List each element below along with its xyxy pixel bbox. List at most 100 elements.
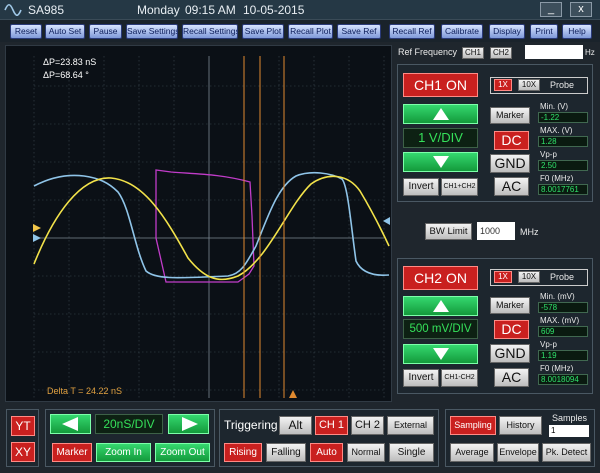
close-button[interactable]: x: [570, 2, 592, 17]
ch2-math-button[interactable]: CH1-CH2: [441, 369, 478, 387]
ref-frequency-label: Ref Frequency: [398, 47, 458, 57]
ch2-vpp-value: 1.19: [538, 350, 588, 361]
ref-frequency-input[interactable]: [525, 45, 583, 59]
trigger-alt-button[interactable]: Alt: [279, 416, 312, 435]
delta-p-deg: ΔP=68.64 °: [43, 70, 89, 80]
minimize-button[interactable]: _: [540, 2, 562, 17]
ref-ch2-button[interactable]: CH2: [490, 47, 512, 59]
arrow-up-icon: [432, 108, 449, 120]
ch1-ac-button[interactable]: AC: [494, 177, 529, 196]
trigger-external-button[interactable]: External: [387, 416, 434, 435]
delta-t-label: Delta T = 24.22 nS: [47, 386, 122, 396]
average-button[interactable]: Average: [450, 443, 494, 462]
date-label: 10-05-2015: [243, 3, 305, 17]
ref-ch1-button[interactable]: CH1: [462, 47, 484, 59]
ch1-trace: [33, 175, 390, 281]
xy-mode-button[interactable]: XY: [11, 442, 35, 462]
ch1-1x-button[interactable]: 1X: [494, 79, 512, 91]
zoom-in-button[interactable]: Zoom In: [96, 443, 151, 462]
ch2-1x-button[interactable]: 1X: [494, 271, 512, 283]
samples-input[interactable]: 1: [549, 425, 589, 437]
ch1-marker-button[interactable]: Marker: [490, 107, 530, 124]
auto-set-button[interactable]: Auto Set: [45, 24, 85, 39]
help-button[interactable]: Help: [562, 24, 592, 39]
ch2-marker-button[interactable]: Marker: [490, 297, 530, 314]
ch1-min-value: -1.22: [538, 112, 588, 123]
ch2-vpp-label: Vp-p: [540, 340, 557, 349]
delta-p-ns: ΔP=23.83 nS: [43, 57, 97, 67]
trigger-single-button[interactable]: Single: [389, 443, 434, 462]
ch2-vdiv-display: 500 mV/DIV: [403, 319, 478, 339]
recall-plot-button[interactable]: Recall Plot: [288, 24, 333, 39]
ch1-math-button[interactable]: CH1+CH2: [441, 178, 478, 196]
save-ref-button[interactable]: Save Ref: [337, 24, 381, 39]
app-logo-icon: [4, 3, 22, 17]
bw-limit-button[interactable]: BW Limit: [425, 223, 472, 240]
display-button[interactable]: Display: [489, 24, 525, 39]
sampling-button[interactable]: Sampling: [450, 416, 496, 435]
ch2-scale-down-button[interactable]: [403, 344, 478, 364]
trigger-rising-button[interactable]: Rising: [224, 443, 262, 462]
ch1-scale-down-button[interactable]: [403, 152, 478, 172]
reset-button[interactable]: Reset: [10, 24, 42, 39]
history-button[interactable]: History: [499, 416, 542, 435]
ref-frequency-unit: Hz: [585, 48, 595, 57]
pk-detect-button[interactable]: Pk. Detect: [542, 443, 591, 462]
day-label: Monday: [137, 3, 180, 17]
app-title: SA985: [28, 3, 65, 17]
ch2-invert-button[interactable]: Invert: [403, 369, 439, 387]
trigger-ch2-button[interactable]: CH 2: [351, 416, 384, 435]
bw-limit-input[interactable]: 1000: [477, 222, 515, 240]
ch1-f0-value: 8.0017761: [538, 184, 588, 195]
calibrate-button[interactable]: Calibrate: [441, 24, 483, 39]
samples-label: Samples: [552, 413, 588, 423]
time-label: 09:15 AM: [185, 3, 236, 17]
scope-display[interactable]: ΔP=23.83 nS ΔP=68.64 ° Delta T = 24.22 n…: [5, 45, 392, 402]
recall-settings-button[interactable]: Recall Settings: [182, 24, 238, 39]
ch1-probe-label: Probe: [550, 80, 575, 90]
arrow-right-icon: [181, 417, 198, 431]
ch2-10x-button[interactable]: 10X: [518, 271, 540, 283]
title-bar: SA985 Monday 09:15 AM 10-05-2015 _ x: [0, 0, 600, 20]
envelope-button[interactable]: Envelope: [497, 443, 539, 462]
ch2-dc-button[interactable]: DC: [494, 320, 529, 339]
ch2-scale-up-button[interactable]: [403, 296, 478, 316]
trigger-normal-button[interactable]: Normal: [347, 443, 385, 462]
yt-mode-button[interactable]: YT: [11, 416, 35, 436]
ch2-probe-label: Probe: [550, 272, 575, 282]
trigger-level-marker: [383, 217, 390, 225]
ch2-max-value: 609: [538, 326, 588, 337]
arrow-down-icon: [432, 348, 449, 360]
ch1-vpp-label: Vp-p: [540, 150, 557, 159]
ch2-trace: [33, 171, 390, 279]
bw-limit-unit: MHz: [520, 227, 539, 237]
ch1-gnd-button[interactable]: GND: [490, 154, 530, 173]
trigger-auto-button[interactable]: Auto: [310, 443, 343, 462]
ch2-ac-button[interactable]: AC: [494, 368, 529, 387]
save-settings-button[interactable]: Save Settings: [126, 24, 178, 39]
ch1-dc-button[interactable]: DC: [494, 131, 529, 150]
ch1-10x-button[interactable]: 10X: [518, 79, 540, 91]
ch1-vpp-value: 2.50: [538, 160, 588, 171]
ch1-scale-up-button[interactable]: [403, 104, 478, 124]
ch1-on-button[interactable]: CH1 ON: [403, 73, 478, 97]
trigger-falling-button[interactable]: Falling: [266, 443, 306, 462]
ch2-max-label: MAX. (mV): [540, 316, 580, 325]
pause-button[interactable]: Pause: [89, 24, 122, 39]
timebase-display: 20nS/DIV: [95, 414, 163, 434]
arrow-down-icon: [432, 156, 449, 168]
ch2-ground-marker: [33, 234, 41, 242]
ch2-f0-label: F0 (MHz): [540, 364, 574, 373]
trigger-ch1-button[interactable]: CH 1: [315, 416, 348, 435]
ch1-invert-button[interactable]: Invert: [403, 178, 439, 196]
timebase-left-button[interactable]: [50, 414, 91, 434]
timebase-marker-button[interactable]: Marker: [52, 443, 92, 462]
save-plot-button[interactable]: Save Plot: [242, 24, 284, 39]
ch2-on-button[interactable]: CH2 ON: [403, 266, 478, 290]
zoom-out-button[interactable]: Zoom Out: [155, 443, 210, 462]
ch2-gnd-button[interactable]: GND: [490, 344, 530, 363]
ch2-min-label: Min. (mV): [540, 292, 575, 301]
recall-ref-button[interactable]: Recall Ref: [389, 24, 435, 39]
timebase-right-button[interactable]: [168, 414, 209, 434]
print-button[interactable]: Print: [530, 24, 558, 39]
